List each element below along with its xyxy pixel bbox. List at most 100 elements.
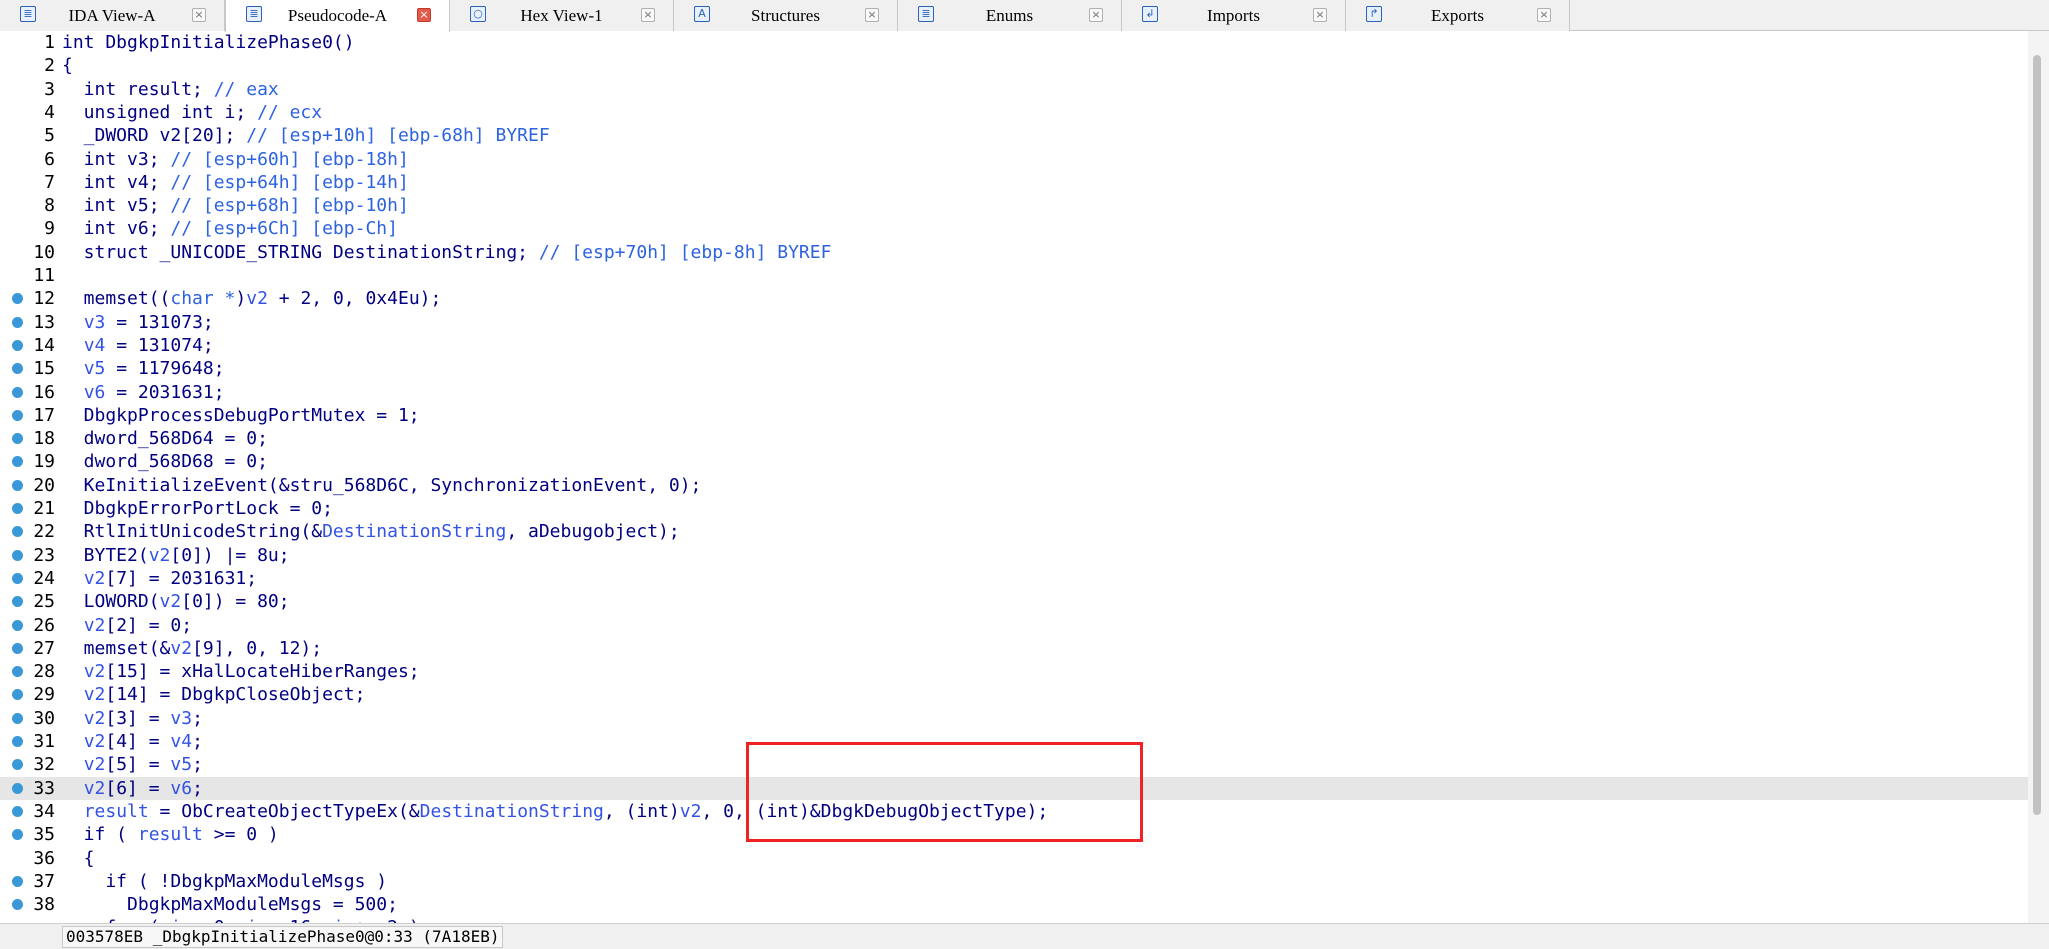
- code-line[interactable]: 21 DbgkpErrorPortLock = 0;: [0, 497, 2028, 520]
- breakpoint-dot-icon[interactable]: [12, 550, 23, 561]
- code-token: >= 0 ): [202, 824, 279, 845]
- breakpoint-dot-icon[interactable]: [12, 363, 23, 374]
- tab-pseudocode-a[interactable]: ≣ Pseudocode-A ×: [225, 0, 450, 32]
- code-token: v5: [170, 754, 193, 775]
- close-icon[interactable]: ×: [192, 8, 206, 22]
- close-icon[interactable]: ×: [865, 8, 879, 22]
- tab-label: Structures: [751, 6, 820, 25]
- code-text: int v4; // [esp+64h] [ebp-14h]: [62, 171, 409, 194]
- code-line[interactable]: 10 struct _UNICODE_STRING DestinationStr…: [0, 241, 2028, 264]
- breakpoint-dot-icon[interactable]: [12, 340, 23, 351]
- code-line[interactable]: 36 {: [0, 847, 2028, 870]
- scrollbar-thumb[interactable]: [2033, 55, 2041, 815]
- code-line[interactable]: 12 memset((char *)v2 + 2, 0, 0x4Eu);: [0, 287, 2028, 310]
- breakpoint-dot-icon[interactable]: [12, 503, 23, 514]
- breakpoint-dot-icon[interactable]: [12, 526, 23, 537]
- breakpoint-dot-icon[interactable]: [12, 876, 23, 887]
- close-icon[interactable]: ×: [417, 8, 431, 22]
- code-token: // [esp+70h] [ebp-8h] BYREF: [538, 242, 832, 263]
- breakpoint-dot-icon[interactable]: [12, 829, 23, 840]
- tab-enums[interactable]: ≣ Enums ×: [898, 0, 1122, 31]
- tab-hex-view-1[interactable]: ○ Hex View-1 ×: [450, 0, 674, 31]
- close-icon[interactable]: ×: [641, 8, 655, 22]
- breakpoint-dot-icon[interactable]: [12, 620, 23, 631]
- tab-ida-view-a[interactable]: ≣ IDA View-A ×: [0, 0, 225, 31]
- code-token: [0]) |= 8u;: [170, 545, 290, 566]
- code-token: memset(&: [62, 638, 171, 659]
- code-line[interactable]: 6 int v3; // [esp+60h] [ebp-18h]: [0, 148, 2028, 171]
- vertical-scrollbar[interactable]: [2028, 31, 2049, 923]
- breakpoint-dot-icon[interactable]: [12, 317, 23, 328]
- code-line[interactable]: 38 DbgkpMaxModuleMsgs = 500;: [0, 893, 2028, 916]
- breakpoint-dot-icon[interactable]: [12, 736, 23, 747]
- breakpoint-dot-icon[interactable]: [12, 456, 23, 467]
- code-line[interactable]: 27 memset(&v2[9], 0, 12);: [0, 637, 2028, 660]
- close-icon[interactable]: ×: [1089, 8, 1103, 22]
- breakpoint-dot-icon[interactable]: [12, 433, 23, 444]
- code-line[interactable]: 15 v5 = 1179648;: [0, 357, 2028, 380]
- close-icon[interactable]: ×: [1537, 8, 1551, 22]
- code-line[interactable]: 24 v2[7] = 2031631;: [0, 567, 2028, 590]
- code-line[interactable]: 19 dword_568D68 = 0;: [0, 450, 2028, 473]
- code-line[interactable]: 14 v4 = 131074;: [0, 334, 2028, 357]
- line-number: 9: [44, 218, 55, 239]
- breakpoint-dot-icon[interactable]: [12, 596, 23, 607]
- close-icon[interactable]: ×: [1313, 8, 1327, 22]
- code-token: {: [62, 55, 73, 76]
- code-line[interactable]: 22 RtlInitUnicodeString(&DestinationStri…: [0, 520, 2028, 543]
- code-line[interactable]: 8 int v5; // [esp+68h] [ebp-10h]: [0, 194, 2028, 217]
- breakpoint-dot-icon[interactable]: [12, 480, 23, 491]
- code-line[interactable]: 18 dword_568D64 = 0;: [0, 427, 2028, 450]
- code-line[interactable]: 13 v3 = 131073;: [0, 311, 2028, 334]
- line-number: 21: [33, 498, 55, 519]
- code-line[interactable]: 37 if ( !DbgkpMaxModuleMsgs ): [0, 870, 2028, 893]
- code-line[interactable]: 23 BYTE2(v2[0]) |= 8u;: [0, 544, 2028, 567]
- line-number: 36: [33, 848, 55, 869]
- code-line[interactable]: 17 DbgkpProcessDebugPortMutex = 1;: [0, 404, 2028, 427]
- tab-label: Exports: [1431, 6, 1484, 25]
- code-token: RtlInitUnicodeString(&: [62, 521, 323, 542]
- breakpoint-dot-icon[interactable]: [12, 387, 23, 398]
- code-token: + 2, 0, 0x4Eu);: [267, 288, 442, 309]
- breakpoint-dot-icon[interactable]: [12, 643, 23, 654]
- code-line[interactable]: 3 int result; // eax: [0, 78, 2028, 101]
- code-token: v3: [83, 312, 106, 333]
- code-line[interactable]: 25 LOWORD(v2[0]) = 80;: [0, 590, 2028, 613]
- code-line[interactable]: 29 v2[14] = DbgkpCloseObject;: [0, 683, 2028, 706]
- code-token: _DWORD v2[20];: [62, 125, 247, 146]
- code-token: ;: [192, 708, 203, 729]
- breakpoint-dot-icon[interactable]: [12, 666, 23, 677]
- code-line[interactable]: 1 int DbgkpInitializePhase0(): [0, 31, 2028, 54]
- line-number: 7: [44, 172, 55, 193]
- breakpoint-dot-icon[interactable]: [12, 713, 23, 724]
- breakpoint-dot-icon[interactable]: [12, 689, 23, 700]
- line-number: 10: [33, 242, 55, 263]
- code-line[interactable]: 20 KeInitializeEvent(&stru_568D6C, Synch…: [0, 474, 2028, 497]
- breakpoint-dot-icon[interactable]: [12, 293, 23, 304]
- code-line[interactable]: 30 v2[3] = v3;: [0, 707, 2028, 730]
- code-line[interactable]: 16 v6 = 2031631;: [0, 381, 2028, 404]
- code-line[interactable]: 4 unsigned int i; // ecx: [0, 101, 2028, 124]
- code-line[interactable]: 9 int v6; // [esp+6Ch] [ebp-Ch]: [0, 217, 2028, 240]
- code-text: {: [62, 847, 95, 870]
- code-line[interactable]: 2{: [0, 54, 2028, 77]
- breakpoint-dot-icon[interactable]: [12, 410, 23, 421]
- tab-imports[interactable]: ↲ Imports ×: [1122, 0, 1346, 31]
- code-token: = 2031631;: [105, 382, 225, 403]
- breakpoint-dot-icon[interactable]: [12, 806, 23, 817]
- breakpoint-dot-icon[interactable]: [12, 899, 23, 910]
- code-line[interactable]: 7 int v4; // [esp+64h] [ebp-14h]: [0, 171, 2028, 194]
- breakpoint-dot-icon[interactable]: [12, 759, 23, 770]
- code-line[interactable]: 28 v2[15] = xHalLocateHiberRanges;: [0, 660, 2028, 683]
- code-line[interactable]: 5 _DWORD v2[20]; // [esp+10h] [ebp-68h] …: [0, 124, 2028, 147]
- tab-exports[interactable]: ↱ Exports ×: [1346, 0, 1570, 31]
- code-line[interactable]: 26 v2[2] = 0;: [0, 614, 2028, 637]
- tab-structures[interactable]: A Structures ×: [674, 0, 898, 31]
- code-token: struct _UNICODE_STRING DestinationString…: [62, 242, 539, 263]
- breakpoint-dot-icon[interactable]: [12, 573, 23, 584]
- breakpoint-dot-icon[interactable]: [12, 783, 23, 794]
- code-line[interactable]: 11: [0, 264, 2028, 287]
- line-number: 17: [33, 405, 55, 426]
